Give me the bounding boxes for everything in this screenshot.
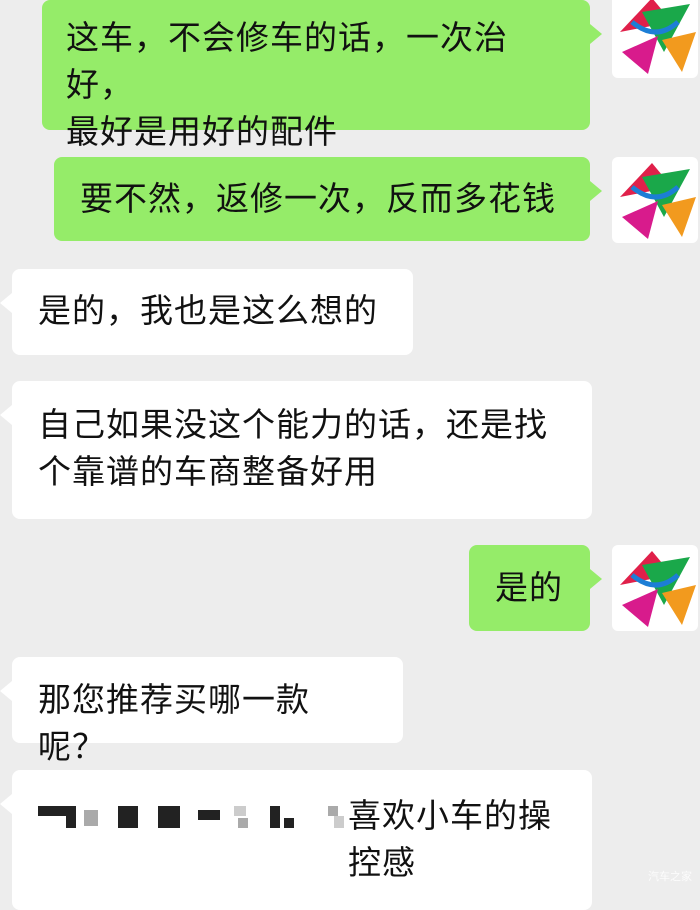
message-text: 是的，我也是这么想的 xyxy=(38,291,378,330)
message-text: 自己如果没这个能力的话，还是找 个靠谱的车商整备好用 xyxy=(38,405,548,491)
bubble-tail xyxy=(0,681,12,701)
avatar[interactable] xyxy=(612,545,698,631)
colorful-logo-icon xyxy=(620,0,696,74)
message-text: 是的 xyxy=(495,568,563,607)
message-bubble-received[interactable]: 喜欢小车的操 控感 xyxy=(0,770,592,910)
bubble-tail xyxy=(0,794,12,814)
message-bubble-received[interactable]: 是的，我也是这么想的 xyxy=(0,269,413,355)
bubble-tail xyxy=(590,181,602,201)
message-bubble-sent[interactable]: 要不然，返修一次，反而多花钱 xyxy=(54,157,602,241)
message-text: 这车，不会修车的话，一次治好， 最好是用好的配件 xyxy=(66,18,508,151)
bubble-tail xyxy=(0,293,12,313)
avatar[interactable] xyxy=(612,0,698,78)
colorful-logo-icon xyxy=(620,551,696,627)
bubble-tail xyxy=(590,24,602,44)
message-bubble-received[interactable]: 自己如果没这个能力的话，还是找 个靠谱的车商整备好用 xyxy=(0,381,592,519)
watermark: 汽车之家 xyxy=(648,870,692,883)
message-text: 要不然，返修一次，反而多花钱 xyxy=(80,179,556,218)
colorful-logo-icon xyxy=(620,163,696,239)
message-bubble-sent[interactable]: 这车，不会修车的话，一次治好， 最好是用好的配件 xyxy=(42,0,602,151)
message-text: 喜欢小车的操 控感 xyxy=(348,796,552,882)
message-bubble-sent[interactable]: 是的 xyxy=(469,545,602,631)
avatar[interactable] xyxy=(612,157,698,243)
bubble-tail xyxy=(590,569,602,589)
message-bubble-received[interactable]: 那您推荐买哪一款呢？ xyxy=(0,657,403,766)
redacted-text xyxy=(38,804,348,830)
bubble-tail xyxy=(0,405,12,425)
message-text: 那您推荐买哪一款呢？ xyxy=(38,680,310,766)
